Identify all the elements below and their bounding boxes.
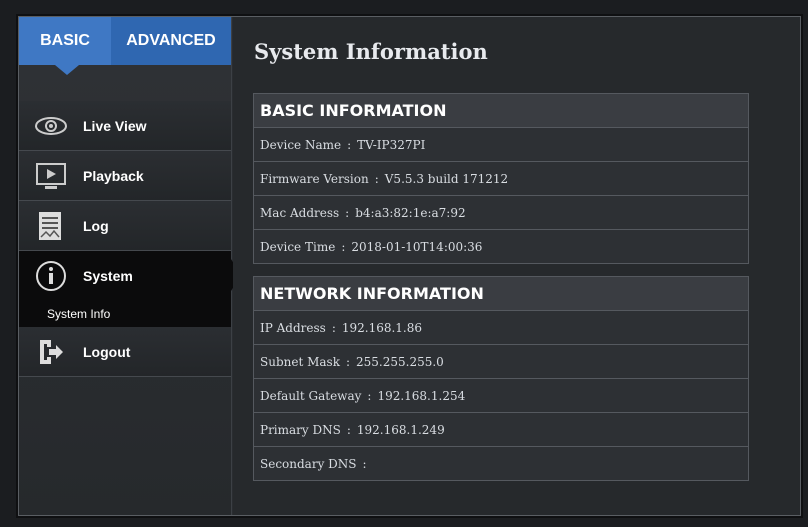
sidebar-item-system[interactable]: System [19,251,241,300]
page-title: System Information [254,39,488,64]
info-value: 2018-01-10T14:00:36 [351,239,483,254]
info-value: V5.5.3 build 171212 [384,171,509,186]
logout-icon [31,337,71,367]
sidebar-item-logout[interactable]: Logout [19,327,231,377]
info-row: Device Name: TV-IP327PI [253,128,749,162]
info-value: b4:a3:82:1e:a7:92 [355,205,466,220]
tab-basic[interactable]: BASIC [19,17,111,65]
info-value: 192.168.1.254 [377,388,466,403]
eye-icon [31,111,71,141]
sidebar-item-live-view[interactable]: Live View [19,101,231,151]
active-tab-pointer [55,65,79,75]
info-row: IP Address:192.168.1.86 [253,311,749,345]
info-value: TV-IP327PI [357,137,426,152]
info-row: Primary DNS:192.168.1.249 [253,413,749,447]
sidebar-subitem-label: System Info [47,306,111,321]
info-row: Subnet Mask:255.255.255.0 [253,345,749,379]
mode-tabs: BASIC ADVANCED [19,17,231,75]
tab-advanced-label: ADVANCED [126,32,216,49]
main-content: System Information BASIC INFORMATION Dev… [233,17,800,515]
sidebar-item-log[interactable]: Log [19,201,231,251]
sidebar-item-label: Live View [83,117,147,134]
info-row: Device Time:2018-01-10T14:00:36 [253,230,749,264]
tab-basic-label: BASIC [40,32,90,49]
section-title: BASIC INFORMATION [253,93,749,128]
info-row: Firmware Version: V5.5.3 build 171212 [253,162,749,196]
network-information-section: NETWORK INFORMATION IP Address:192.168.1… [253,276,749,481]
info-value: 192.168.1.249 [356,422,445,437]
info-icon [31,260,71,291]
sidebar-item-playback[interactable]: Playback [19,151,231,201]
sidebar-item-label: System [83,267,133,284]
section-title: NETWORK INFORMATION [253,276,749,311]
playback-icon [31,161,71,191]
tab-advanced[interactable]: ADVANCED [111,17,231,65]
info-row: Secondary DNS: [253,447,749,481]
sidebar-item-label: Playback [83,167,144,184]
sidebar-item-label: Log [83,217,109,234]
app-window: BASIC ADVANCED Live View Playback Log Sy… [18,16,801,516]
sidebar: BASIC ADVANCED Live View Playback Log Sy… [19,17,241,515]
sidebar-subitem-system-info[interactable]: System Info [19,300,231,327]
log-icon [31,211,71,241]
basic-information-section: BASIC INFORMATION Device Name: TV-IP327PI… [253,93,749,264]
info-value: 192.168.1.86 [341,320,423,335]
sidebar-item-label: Logout [83,343,131,360]
info-row: Default Gateway:192.168.1.254 [253,379,749,413]
info-row: Mac Address: b4:a3:82:1e:a7:92 [253,196,749,230]
info-value: 255.255.255.0 [356,354,444,369]
